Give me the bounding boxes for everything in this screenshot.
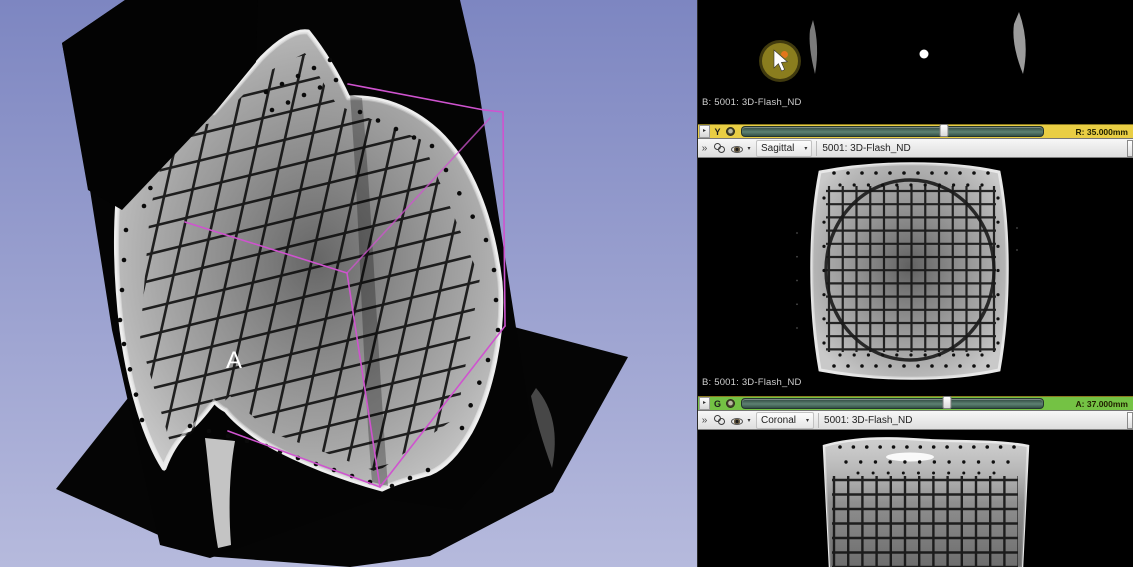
link-views-icon[interactable] — [711, 139, 729, 157]
orientation-marker-anterior: A — [226, 347, 242, 374]
orientation-select[interactable]: Sagittal ▾ — [756, 140, 812, 157]
volume-annotation: B: 5001: 3D-Flash_ND — [702, 377, 802, 388]
sagittal-slice-slider[interactable] — [741, 126, 1044, 137]
visibility-eye-icon[interactable] — [729, 411, 745, 429]
visibility-dropdown-icon[interactable]: ▾ — [745, 139, 753, 157]
coronal-view-toolbar: » ▾ Coronal ▾ 5001: 3D-Flash_ND — [698, 411, 1133, 430]
slice-views-panel: B: 5001: 3D-Flash_ND ▸ Y R: 35.000mm » ▾… — [697, 0, 1133, 567]
phantom-bright-streak — [886, 453, 934, 462]
orientation-select-value: Sagittal — [761, 143, 804, 154]
sagittal-slice-image — [698, 158, 1133, 396]
visibility-dropdown-icon[interactable]: ▾ — [745, 411, 753, 429]
volume-selector[interactable]: 5001: 3D-Flash_ND — [818, 413, 1131, 428]
grid-phantom-coronal — [824, 438, 1028, 567]
orientation-select[interactable]: Coronal ▾ — [756, 412, 814, 429]
application-window: A B: 5001: 3D-Flash_ND ▸ Y — [0, 0, 1133, 567]
coronal-slice-slider[interactable] — [741, 398, 1044, 409]
panel-edge-fragment — [1127, 412, 1133, 429]
sagittal-slice-viewport[interactable]: B: 5001: 3D-Flash_ND — [698, 158, 1133, 396]
coronal-slice-offset-bar: ▸ G A: 37.000mm — [698, 396, 1133, 411]
panel-edge-fragment — [1127, 140, 1133, 157]
slice-offset-value: A: 37.000mm — [1048, 399, 1133, 409]
slice-offset-value: R: 35.000mm — [1048, 127, 1133, 137]
coronal-slider-handle[interactable] — [942, 396, 951, 409]
view-pin-button[interactable]: ▸ — [699, 125, 710, 138]
3d-viewport[interactable]: A — [0, 0, 697, 567]
sagittal-slider-handle[interactable] — [939, 124, 948, 137]
chevron-down-icon: ▾ — [804, 145, 807, 152]
chevron-down-icon: ▾ — [806, 417, 809, 424]
view-pin-button[interactable]: ▸ — [699, 397, 710, 410]
volume-selector[interactable]: 5001: 3D-Flash_ND — [816, 141, 1131, 156]
slice-visibility-eye-icon[interactable] — [726, 399, 735, 408]
volume-annotation: B: 5001: 3D-Flash_ND — [702, 97, 802, 108]
coronal-slice-image — [698, 430, 1133, 567]
slice-color-label: G — [711, 399, 724, 409]
slice-bright-spot — [920, 50, 929, 59]
3d-scene: A — [0, 0, 697, 567]
top-slice-viewport[interactable]: B: 5001: 3D-Flash_ND — [698, 0, 1133, 124]
view-menu-button[interactable]: » — [698, 139, 711, 158]
slice-visibility-eye-icon[interactable] — [726, 127, 735, 136]
sagittal-view-toolbar: » ▾ Sagittal ▾ 5001: 3D-Flash_ND — [698, 139, 1133, 158]
visibility-eye-icon[interactable] — [729, 139, 745, 157]
sagittal-slice-offset-bar: ▸ Y R: 35.000mm — [698, 124, 1133, 139]
mouse-cursor — [759, 40, 801, 82]
grid-phantom-sagittal — [812, 164, 1008, 379]
coronal-slice-viewport[interactable] — [698, 430, 1133, 567]
orientation-select-value: Coronal — [761, 415, 806, 426]
view-menu-button[interactable]: » — [698, 411, 711, 430]
link-views-icon[interactable] — [711, 411, 729, 429]
slice-color-label: Y — [711, 127, 724, 137]
